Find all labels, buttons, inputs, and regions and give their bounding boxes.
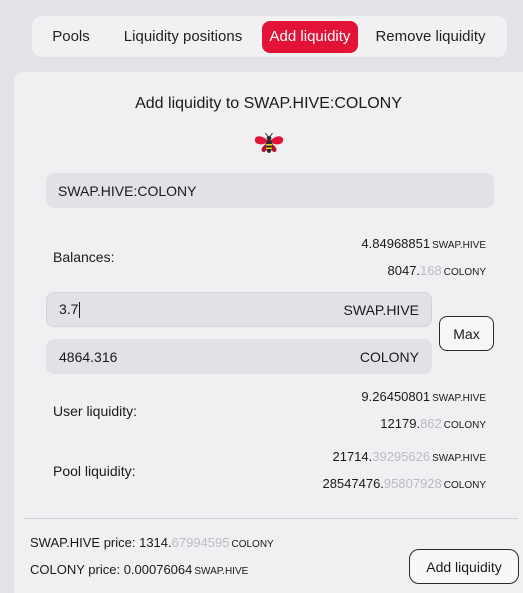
- max-button[interactable]: Max: [439, 316, 494, 351]
- balance-colony: 8047.168 COLONY: [387, 263, 486, 278]
- tab-bar: Pools Liquidity positions Add liquidity …: [32, 16, 507, 57]
- colony-amount-field[interactable]: 4864.316 COLONY: [46, 339, 432, 374]
- balances-label: Balances:: [53, 249, 115, 265]
- user-liquidity-colony: 12179.862 COLONY: [380, 416, 486, 431]
- colony-amount-input[interactable]: 4864.316: [59, 349, 117, 365]
- divider: [24, 518, 518, 519]
- swap-hive-symbol: SWAP.HIVE: [343, 301, 419, 318]
- pair-display: SWAP.HIVE:COLONY: [46, 173, 494, 208]
- text-caret: [79, 302, 81, 319]
- tab-liquidity-positions[interactable]: Liquidity positions: [106, 21, 260, 53]
- tab-remove-liquidity[interactable]: Remove liquidity: [364, 21, 497, 53]
- colony-price: COLONY price: 0.00076064 SWAP.HIVE: [30, 562, 249, 577]
- pool-liquidity-colony: 28547476.95807928 COLONY: [322, 476, 486, 491]
- add-liquidity-card: Add liquidity to SWAP.HIVE:COLONY SWAP.H…: [14, 72, 523, 593]
- user-liquidity-swap-hive: 9.26450801 SWAP.HIVE: [361, 389, 486, 404]
- tab-add-liquidity[interactable]: Add liquidity: [262, 20, 358, 53]
- balance-swap-hive: 4.84968851 SWAP.HIVE: [361, 236, 486, 251]
- colony-symbol: COLONY: [359, 348, 419, 365]
- bee-icon: [254, 132, 284, 153]
- swap-hive-price: SWAP.HIVE price: 1314.67994595 COLONY: [30, 535, 274, 550]
- user-liquidity-label: User liquidity:: [53, 403, 138, 419]
- pool-liquidity-label: Pool liquidity:: [53, 463, 136, 479]
- swap-hive-amount-field[interactable]: 3.7 SWAP.HIVE: [46, 292, 432, 327]
- card-title: Add liquidity to SWAP.HIVE:COLONY: [135, 95, 402, 112]
- swap-hive-amount-input[interactable]: 3.7: [59, 301, 81, 319]
- pool-liquidity-swap-hive: 21714.39295626 SWAP.HIVE: [332, 449, 486, 464]
- tab-pools[interactable]: Pools: [38, 21, 104, 53]
- add-liquidity-button[interactable]: Add liquidity: [409, 549, 519, 584]
